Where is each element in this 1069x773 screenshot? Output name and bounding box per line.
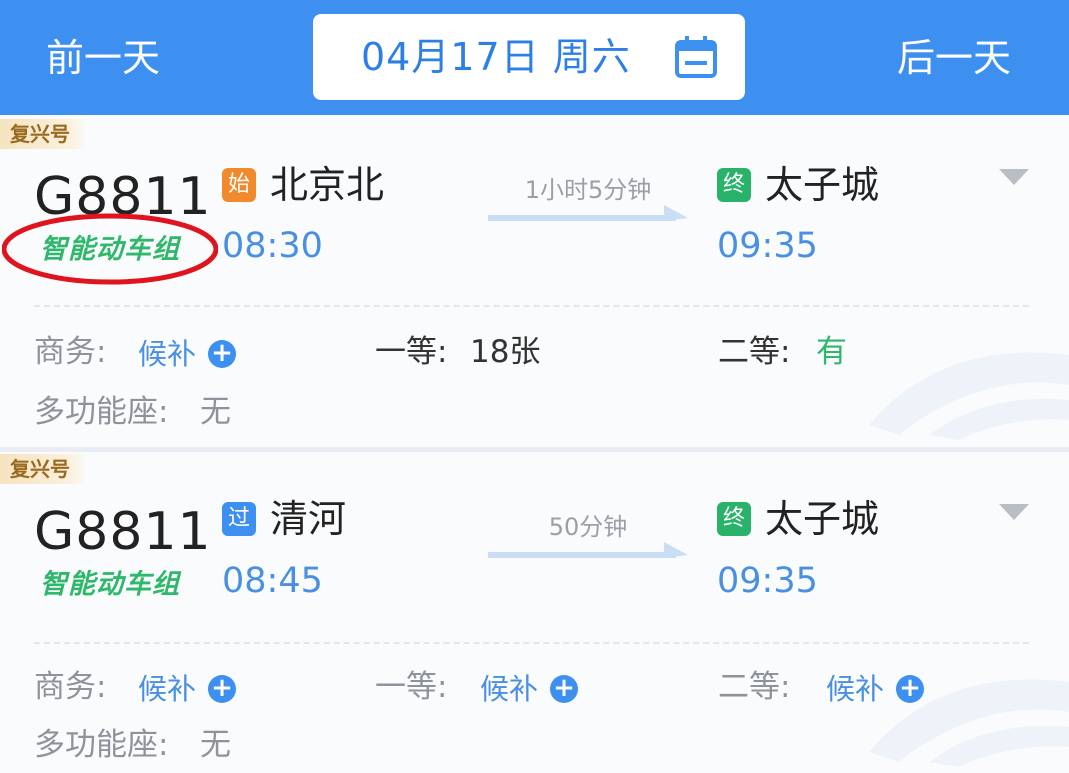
departure-time: 08:45 xyxy=(222,561,323,601)
next-day-button[interactable]: 后一天 xyxy=(897,30,1011,86)
arrival-time: 09:35 xyxy=(717,561,818,601)
red-circle-annotation xyxy=(2,213,218,285)
divider xyxy=(34,305,1029,307)
first-class-waitlist-button[interactable]: 候补 + xyxy=(480,669,579,709)
waitlist-label: 候补 xyxy=(480,672,539,706)
brand-tag: 复兴号 xyxy=(0,454,88,484)
plus-icon: + xyxy=(208,675,237,703)
arrival-station: 太子城 xyxy=(765,497,880,541)
chevron-down-icon[interactable] xyxy=(999,502,1029,522)
departure-station: 北京北 xyxy=(270,163,385,207)
travel-duration: 1小时5分钟 xyxy=(524,176,652,204)
first-class-value: 18张 xyxy=(470,334,541,370)
departure-time: 08:30 xyxy=(222,226,323,266)
wave-watermark xyxy=(869,352,1069,440)
origin-badge: 始 xyxy=(222,168,256,202)
first-class-label: 一等: xyxy=(375,334,448,370)
business-waitlist-button[interactable]: 候补 + xyxy=(138,669,237,709)
wave-watermark xyxy=(869,679,1069,767)
waitlist-label: 候补 xyxy=(138,337,197,371)
first-class-label: 一等: xyxy=(375,669,448,705)
second-class-label: 二等: xyxy=(718,334,791,370)
multi-function-seat-value: 无 xyxy=(200,727,231,763)
multi-function-seat-label: 多功能座: xyxy=(34,727,169,763)
divider xyxy=(34,642,1029,644)
date-selector[interactable]: 04月17日 周六 xyxy=(313,14,745,100)
arrow-right-icon xyxy=(488,542,688,558)
arrival-station: 太子城 xyxy=(765,163,880,207)
business-waitlist-button[interactable]: 候补 + xyxy=(138,334,237,374)
date-label: 04月17日 周六 xyxy=(361,35,631,79)
waitlist-label: 候补 xyxy=(138,672,197,706)
train-card[interactable]: 复兴号 G8811 智能动车组 过 清河 08:45 50分钟 终 太子城 09… xyxy=(0,452,1069,773)
plus-icon: + xyxy=(550,675,579,703)
top-bar: 前一天 04月17日 周六 后一天 xyxy=(0,0,1069,115)
brand-tag: 复兴号 xyxy=(0,119,88,149)
multi-function-seat-value: 无 xyxy=(200,394,231,430)
terminal-badge: 终 xyxy=(717,168,751,202)
second-class-label: 二等: xyxy=(718,669,791,705)
arrow-right-icon xyxy=(488,205,688,221)
arrival-time: 09:35 xyxy=(717,226,818,266)
pass-through-badge: 过 xyxy=(222,502,256,536)
business-seat-label: 商务: xyxy=(34,669,107,705)
departure-station: 清河 xyxy=(270,497,347,541)
train-card[interactable]: 复兴号 G8811 智能动车组 始 北京北 08:30 1小时5分钟 终 太子城… xyxy=(0,115,1069,447)
business-seat-label: 商务: xyxy=(34,334,107,370)
chevron-down-icon[interactable] xyxy=(999,167,1029,187)
train-number[interactable]: G8811 xyxy=(34,502,212,562)
prev-day-button[interactable]: 前一天 xyxy=(46,30,160,86)
travel-duration: 50分钟 xyxy=(548,513,628,541)
terminal-badge: 终 xyxy=(717,502,751,536)
plus-icon: + xyxy=(208,340,237,368)
calendar-icon xyxy=(675,36,717,78)
smart-emu-badge: 智能动车组 xyxy=(40,569,180,600)
multi-function-seat-label: 多功能座: xyxy=(34,394,169,430)
